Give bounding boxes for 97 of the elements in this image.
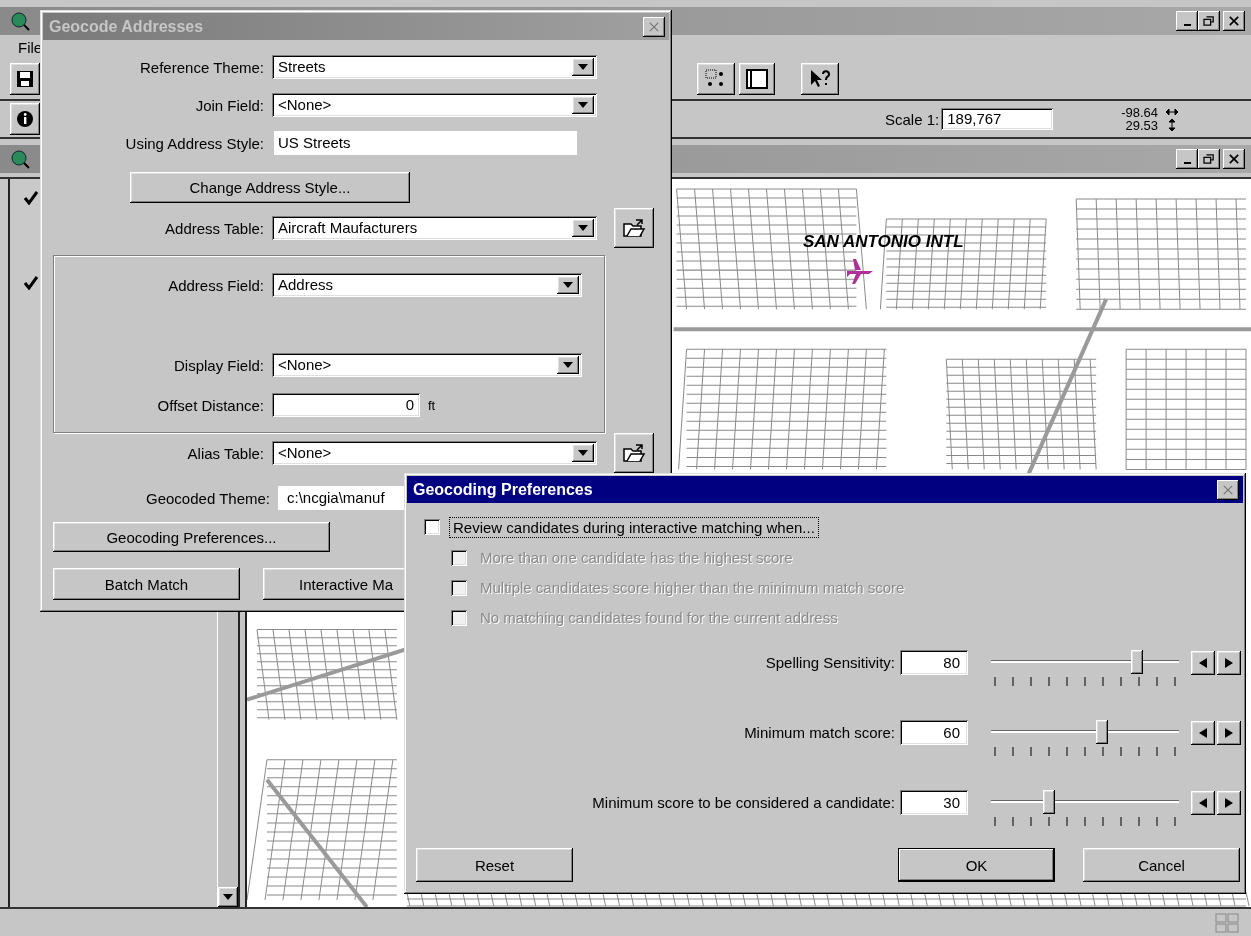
right-triangle-icon (1225, 728, 1233, 738)
dialog-button[interactable]: OK (898, 848, 1055, 882)
close-button[interactable] (1217, 479, 1239, 500)
left-triangle-icon (1199, 658, 1207, 668)
horizontal-arrow-icon (1166, 107, 1179, 116)
increase-button[interactable] (1217, 721, 1241, 745)
restore-button[interactable] (1198, 11, 1220, 31)
browse-button[interactable] (614, 433, 654, 473)
open-folder-icon (622, 218, 646, 238)
longitude-value: -98.64 (1121, 106, 1159, 119)
slider-thumb[interactable] (1043, 790, 1056, 814)
vertical-arrow-icon (1168, 118, 1177, 131)
caret-icon (563, 362, 573, 368)
check-icon[interactable] (24, 276, 38, 290)
address-field-dropdown[interactable]: Address (272, 273, 582, 297)
info-icon (15, 109, 35, 129)
map-label: SAN ANTONIO INTL (803, 232, 964, 252)
field-label: Address Table: (165, 219, 264, 237)
restore-icon (1203, 154, 1215, 164)
slider-label: Spelling Sensitivity: (765, 653, 895, 673)
checkbox[interactable] (424, 519, 440, 535)
save-button[interactable] (10, 63, 40, 95)
decrease-button[interactable] (1191, 721, 1215, 745)
field-label: Alias Table: (187, 444, 264, 462)
unit-label: ft (428, 397, 436, 413)
scale-field[interactable]: 189,767 (941, 108, 1054, 130)
field-label: Using Address Style: (125, 134, 264, 152)
field-label: Reference Theme: (140, 58, 264, 76)
grip-icon[interactable] (1215, 912, 1239, 933)
minimize-icon (1183, 162, 1191, 164)
close-icon (1228, 16, 1240, 26)
left-triangle-icon (1199, 728, 1207, 738)
help-pointer-icon (808, 68, 832, 90)
caret-icon (563, 282, 573, 288)
right-triangle-icon (1225, 798, 1233, 808)
restore-button[interactable] (1198, 149, 1220, 169)
value-field[interactable]: 80 (900, 650, 968, 675)
dialog-button[interactable]: Reset (416, 848, 573, 882)
right-triangle-icon (1225, 658, 1233, 668)
field-label: Join Field: (195, 96, 264, 114)
menu-item[interactable]: File (18, 38, 43, 56)
minimize-button[interactable] (1176, 149, 1198, 169)
checkbox-label[interactable]: Review candidates during interactive matching when... (449, 516, 819, 538)
caret-icon (578, 450, 588, 456)
offset-distance-field[interactable]: 0 (272, 393, 420, 417)
open-folder-icon (622, 443, 646, 463)
window-title: Geocode Addresses (49, 17, 204, 36)
decrease-button[interactable] (1191, 791, 1215, 815)
field-label: Geocoded Theme: (146, 489, 270, 507)
checkbox-label: More than one candidate has the highest score (479, 548, 794, 568)
caret-icon (578, 64, 588, 70)
field-label: Display Field: (173, 356, 264, 374)
slider-label: Minimum score to be considered a candidate: (592, 793, 895, 813)
alias-table-dropdown[interactable]: <None> (272, 441, 597, 465)
left-triangle-icon (1199, 798, 1207, 808)
value-field[interactable]: 60 (900, 720, 968, 745)
value-field[interactable]: 30 (900, 790, 968, 815)
join-field-dropdown[interactable]: <None> (272, 93, 597, 117)
field-label: Offset Distance: (157, 396, 264, 414)
slider-thumb[interactable] (1096, 720, 1109, 744)
change-address-style-button[interactable]: Change Address Style... (130, 172, 410, 203)
close-button[interactable] (643, 16, 665, 37)
increase-button[interactable] (1217, 791, 1241, 815)
down-arrow-icon (223, 894, 233, 900)
caret-icon (578, 102, 588, 108)
address-table-dropdown[interactable]: Aircraft Maufacturers (272, 216, 597, 240)
scale-label: Scale 1: (885, 110, 940, 128)
address-style-field: US Streets (274, 131, 577, 155)
help-button[interactable] (801, 63, 839, 95)
latitude-value: 29.53 (1125, 119, 1159, 132)
display-field-dropdown[interactable]: <None> (272, 353, 582, 377)
restore-icon (1203, 16, 1215, 26)
identify-button[interactable] (10, 103, 40, 135)
slider-thumb[interactable] (1131, 650, 1144, 674)
geocoding-preferences-button[interactable]: Geocoding Preferences... (53, 522, 330, 552)
airplane-icon (845, 257, 875, 285)
decrease-button[interactable] (1191, 651, 1215, 675)
layout-button[interactable] (739, 63, 775, 95)
frame-icon (745, 68, 769, 90)
reference-theme-dropdown[interactable]: Streets (272, 55, 597, 79)
select-button[interactable] (697, 63, 735, 95)
browse-button[interactable] (614, 208, 654, 248)
close-button[interactable] (1223, 149, 1245, 169)
batch-match-button[interactable]: Batch Match (53, 568, 240, 600)
minimize-icon (1183, 24, 1191, 26)
caret-icon (578, 225, 588, 231)
close-icon (1228, 154, 1240, 164)
close-button[interactable] (1223, 11, 1245, 31)
slider-label: Minimum match score: (744, 723, 895, 743)
check-icon[interactable] (24, 191, 38, 205)
dialog-button[interactable]: Cancel (1083, 848, 1240, 882)
increase-button[interactable] (1217, 651, 1241, 675)
close-icon (1222, 484, 1234, 495)
minimize-button[interactable] (1176, 11, 1198, 31)
close-icon (648, 21, 660, 32)
field-label: Address Field: (168, 276, 264, 294)
checkbox-label: No matching candidates found for the current address (479, 608, 839, 628)
